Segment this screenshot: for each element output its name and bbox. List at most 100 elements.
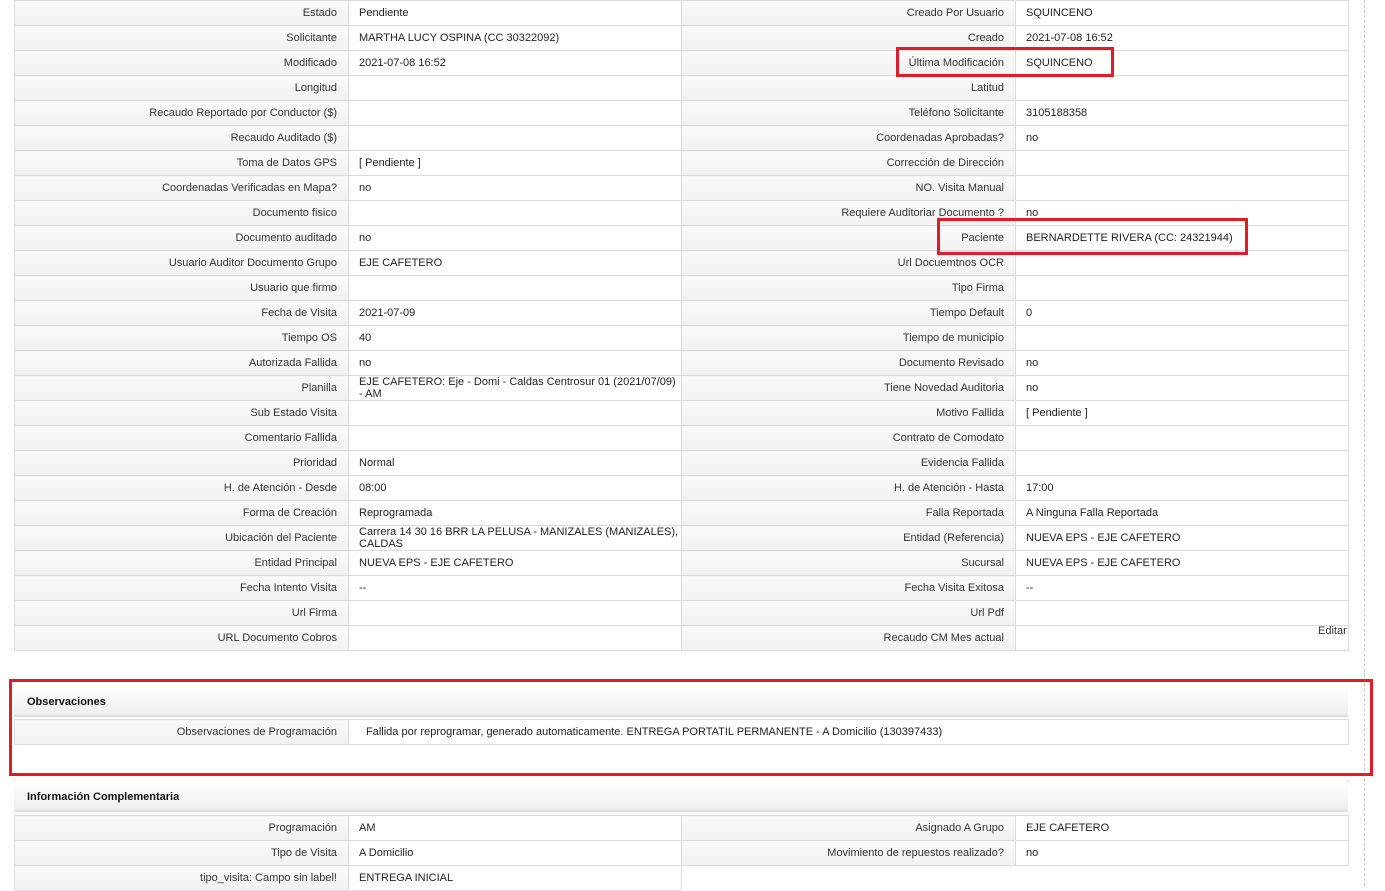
table-row: Coordenadas Verificadas en Mapa? no NO. Vi… bbox=[14, 175, 1349, 201]
field-label: Tiempo OS bbox=[14, 325, 349, 351]
highlight-ultima-modificacion bbox=[896, 47, 1114, 77]
table-row: Recaudo Auditado ($) Coordenadas Aprobada… bbox=[14, 125, 1349, 151]
field-value bbox=[348, 75, 682, 101]
field-label: Comentario Fallida bbox=[14, 425, 349, 451]
table-row: Url Firma Url Pdf bbox=[14, 600, 1349, 626]
field-value bbox=[348, 275, 682, 301]
field-value: NUEVA EPS - EJE CAFETERO bbox=[348, 550, 682, 576]
field-value: EJE CAFETERO bbox=[1015, 815, 1349, 841]
field-label: Tipo de Visita bbox=[14, 840, 349, 866]
field-label: Coordenadas Aprobadas? bbox=[681, 125, 1016, 151]
field-label: Fecha Visita Exitosa bbox=[681, 575, 1016, 601]
field-label: Solicitante bbox=[14, 25, 349, 51]
field-label: NO. Visita Manual bbox=[681, 175, 1016, 201]
field-label: Corrección de Dirección bbox=[681, 150, 1016, 176]
field-label: Autorizada Fallida bbox=[14, 350, 349, 376]
field-label: Movimiento de repuestos realizado? bbox=[681, 840, 1016, 866]
complementaria-section-title: Información Complementaria bbox=[14, 782, 1348, 812]
table-row: Planilla EJE CAFETERO: Eje - Domi - Calda… bbox=[14, 375, 1349, 401]
table-row: tipo_visita: Campo sin label! ENTREGA INI… bbox=[14, 865, 1349, 891]
field-label: H. de Atención - Desde bbox=[14, 475, 349, 501]
field-value: 0 bbox=[1015, 300, 1349, 326]
field-label: Entidad Principal bbox=[14, 550, 349, 576]
field-label: tipo_visita: Campo sin label! bbox=[14, 865, 349, 891]
table-row: Longitud Latitud bbox=[14, 75, 1349, 101]
field-value: no bbox=[348, 350, 682, 376]
table-row: Tiempo OS 40 Tiempo de municipio bbox=[14, 325, 1349, 351]
table-row: Ubicación del Paciente Carrera 14 30 16 B… bbox=[14, 525, 1349, 551]
field-value: no bbox=[348, 225, 682, 251]
table-row: H. de Atención - Desde 08:00 H. de Atenció… bbox=[14, 475, 1349, 501]
field-value bbox=[1015, 275, 1349, 301]
field-label: Usuario Auditor Documento Grupo bbox=[14, 250, 349, 276]
field-label: Tiempo Default bbox=[681, 300, 1016, 326]
field-label: Modificado bbox=[14, 50, 349, 76]
field-value: Carrera 14 30 16 BRR LA PELUSA - MANIZAL… bbox=[348, 525, 682, 551]
field-value: [ Pendiente ] bbox=[1015, 400, 1349, 426]
field-value: no bbox=[1015, 350, 1349, 376]
field-label: Url Firma bbox=[14, 600, 349, 626]
field-value: 3105188358 bbox=[1015, 100, 1349, 126]
field-value: EJE CAFETERO: Eje - Domi - Caldas Centro… bbox=[348, 375, 682, 401]
field-label: Entidad (Referencia) bbox=[681, 525, 1016, 551]
field-label: Asignado A Grupo bbox=[681, 815, 1016, 841]
table-row: Comentario Fallida Contrato de Comodato bbox=[14, 425, 1349, 451]
field-value: Reprogramada bbox=[348, 500, 682, 526]
field-value bbox=[1015, 600, 1349, 626]
field-label: Fecha Intento Visita bbox=[14, 575, 349, 601]
field-value: MARTHA LUCY OSPINA (CC 30322092) bbox=[348, 25, 682, 51]
field-label: Planilla bbox=[14, 375, 349, 401]
field-value: -- bbox=[1015, 575, 1349, 601]
table-row: Fecha de Visita 2021-07-09 Tiempo Default 0 bbox=[14, 300, 1349, 326]
field-value: 17:00 bbox=[1015, 475, 1349, 501]
empty-cell bbox=[681, 865, 1349, 891]
field-value bbox=[1015, 425, 1349, 451]
field-value: [ Pendiente ] bbox=[348, 150, 682, 176]
field-value bbox=[348, 400, 682, 426]
field-value bbox=[348, 625, 682, 651]
field-label: Sub Estado Visita bbox=[14, 400, 349, 426]
field-value: 2021-07-08 16:52 bbox=[348, 50, 682, 76]
field-value: AM bbox=[348, 815, 682, 841]
visit-details-table: Estado Pendiente Creado Por Usuario SQUINCE… bbox=[14, 0, 1349, 651]
table-row: Solicitante MARTHA LUCY OSPINA (CC 303220… bbox=[14, 25, 1349, 51]
table-row: Recaudo Reportado por Conductor ($) Teléf… bbox=[14, 100, 1349, 126]
field-value: SQUINCENO bbox=[1015, 0, 1349, 26]
field-label: Recaudo Reportado por Conductor ($) bbox=[14, 100, 349, 126]
table-row: Tipo de Visita A Domicilio Movimiento de r… bbox=[14, 840, 1349, 866]
field-label: Programación bbox=[14, 815, 349, 841]
field-value bbox=[348, 125, 682, 151]
field-value: A Domicilio bbox=[348, 840, 682, 866]
edit-link[interactable]: Editar bbox=[1318, 625, 1347, 637]
field-value bbox=[348, 425, 682, 451]
table-row: Programación AM Asignado A Grupo EJE CAFETE… bbox=[14, 815, 1349, 841]
field-label: Toma de Datos GPS bbox=[14, 150, 349, 176]
field-value bbox=[1015, 450, 1349, 476]
field-value: -- bbox=[348, 575, 682, 601]
field-value: no bbox=[1015, 840, 1349, 866]
field-label: Documento fisico bbox=[14, 200, 349, 226]
field-value bbox=[1015, 325, 1349, 351]
field-label: Documento Revisado bbox=[681, 350, 1016, 376]
field-label: URL Documento Cobros bbox=[14, 625, 349, 651]
field-label: Longitud bbox=[14, 75, 349, 101]
field-label: Recaudo Auditado ($) bbox=[14, 125, 349, 151]
field-label: Motivo Fallida bbox=[681, 400, 1016, 426]
field-value bbox=[1015, 625, 1349, 651]
field-value bbox=[1015, 175, 1349, 201]
table-row: Toma de Datos GPS[ Pendiente ] Corrección… bbox=[14, 150, 1349, 176]
field-value: 2021-07-09 bbox=[348, 300, 682, 326]
table-row: Fecha Intento Visita -- Fecha Visita Exito… bbox=[14, 575, 1349, 601]
field-label: Falla Reportada bbox=[681, 500, 1016, 526]
field-label: Creado Por Usuario bbox=[681, 0, 1016, 26]
field-label: Tipo Firma bbox=[681, 275, 1016, 301]
field-value: NUEVA EPS - EJE CAFETERO bbox=[1015, 525, 1349, 551]
table-row: Forma de Creación Reprogramada Falla Repor… bbox=[14, 500, 1349, 526]
field-value: 08:00 bbox=[348, 475, 682, 501]
field-value: Pendiente bbox=[348, 0, 682, 26]
field-label: Fecha de Visita bbox=[14, 300, 349, 326]
field-label: Coordenadas Verificadas en Mapa? bbox=[14, 175, 349, 201]
table-row: Autorizada Fallida no Documento Revisado no bbox=[14, 350, 1349, 376]
field-value bbox=[348, 200, 682, 226]
field-value bbox=[1015, 75, 1349, 101]
